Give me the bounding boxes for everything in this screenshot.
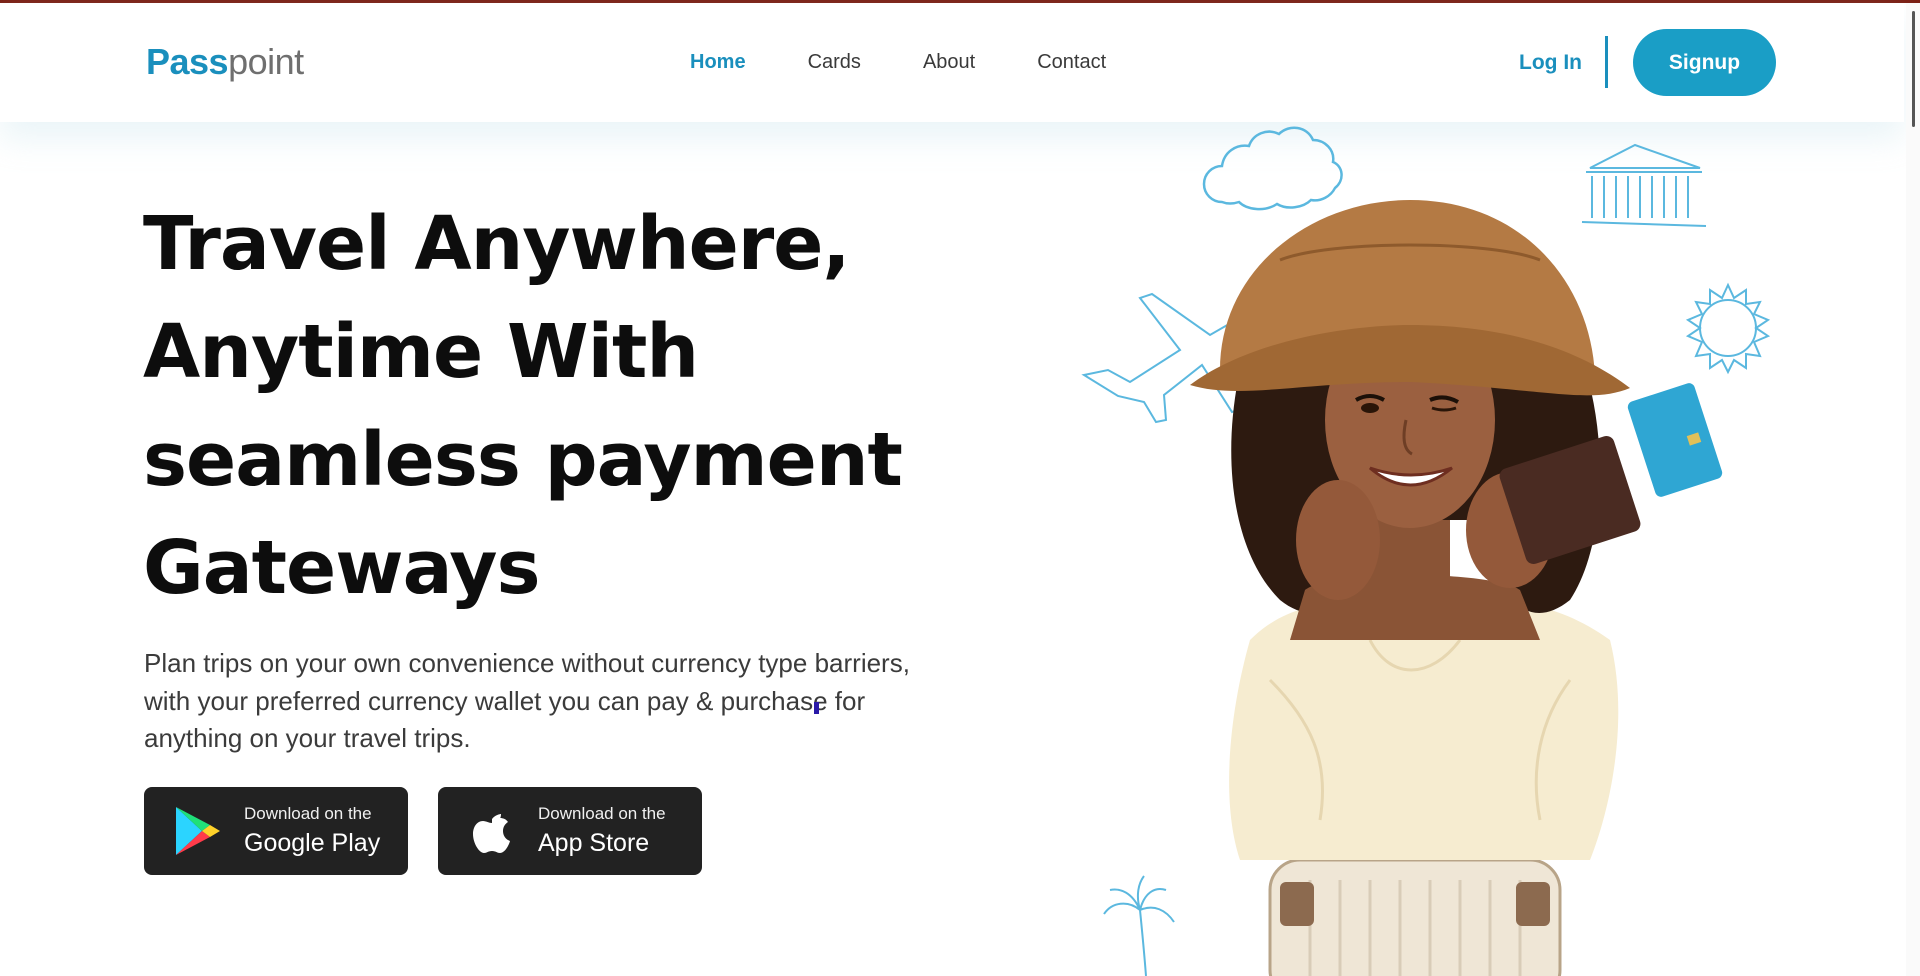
hero-title-line-4: Gateways	[143, 525, 541, 611]
doodle-museum	[1581, 143, 1707, 227]
hero-title-line-3: seamless payment	[143, 417, 903, 503]
login-link[interactable]: Log In	[1519, 51, 1582, 75]
google-play-small-label: Download on the	[244, 804, 372, 823]
page-scrollbar[interactable]	[1906, 3, 1920, 976]
nav-divider	[1605, 36, 1608, 88]
logo-part-point: point	[228, 41, 304, 82]
scrollbar-thumb[interactable]	[1912, 11, 1915, 127]
doodle-palm-tree	[1103, 875, 1175, 976]
app-store-button[interactable]: Download on the App Store	[438, 787, 702, 875]
nav-contact[interactable]: Contact	[1037, 51, 1106, 74]
nav-about[interactable]: About	[923, 51, 975, 74]
google-play-icon	[172, 805, 224, 857]
site-header: Passpoint Home Cards About Contact Log I…	[0, 3, 1904, 122]
woman-photo	[1190, 200, 1723, 976]
main-nav: Home Cards About Contact	[690, 51, 1168, 74]
hero-title-line-2: Anytime With	[143, 309, 699, 395]
doodle-cloud	[1202, 126, 1343, 211]
hero-description: Plan trips on your own convenience witho…	[144, 648, 910, 753]
app-store-small-label: Download on the	[538, 804, 666, 823]
app-store-big-label: App Store	[538, 829, 650, 857]
nav-cards[interactable]: Cards	[808, 51, 861, 74]
hero-title: Travel Anywhere, Anytime With seamless p…	[143, 190, 963, 622]
text-cursor	[814, 702, 819, 714]
signup-button[interactable]: Signup	[1633, 29, 1776, 96]
hero-title-line-1: Travel Anywhere,	[143, 201, 851, 287]
passpoint-logo[interactable]: Passpoint	[146, 41, 304, 83]
logo-part-pass: Pass	[146, 41, 229, 82]
apple-icon	[466, 805, 518, 857]
doodle-sun	[1685, 282, 1771, 375]
google-play-button[interactable]: Download on the Google Play	[144, 787, 408, 875]
hero-illustration	[1081, 126, 1771, 976]
google-play-big-label: Google Play	[244, 829, 381, 857]
nav-home[interactable]: Home	[690, 51, 746, 74]
